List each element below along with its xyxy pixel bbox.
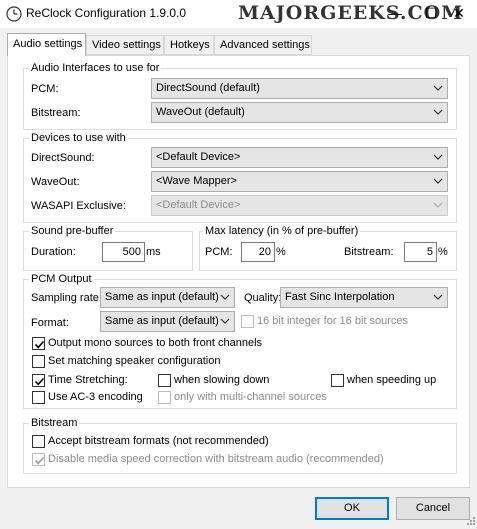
wasapi-device-dropdown: <Default Device> [151,195,448,216]
ok-button[interactable]: OK [315,497,389,520]
resize-grip-icon[interactable] [464,516,476,528]
speaker-config-checkbox[interactable] [32,355,45,368]
duration-unit: ms [146,246,161,258]
pcm-output-group-label: PCM Output [29,273,94,285]
prebuffer-group-label: Sound pre-buffer [29,225,116,237]
pcm-interface-dropdown[interactable]: DirectSound (default) [151,78,448,99]
quality-value: Fast Sinc Interpolation [285,291,395,303]
waveout-device-dropdown[interactable]: <Wave Mapper> [151,171,448,192]
latency-bitstream-unit: % [438,246,448,258]
devices-group-label: Devices to use with [29,132,128,144]
audio-interfaces-group-label: Audio Interfaces to use for [29,62,162,74]
duration-input[interactable]: 500 [102,242,145,262]
format-value: Same as input (default) [105,315,219,327]
pcm-interface-value: DirectSound (default) [156,82,260,94]
chevron-down-icon [433,109,443,115]
slowing-down-checkbox[interactable] [158,374,171,387]
time-stretching-label: Time Stretching: [48,374,128,386]
ac3-encoding-label: Use AC-3 encoding [48,391,143,403]
chevron-down-icon [220,294,230,300]
tab-video-settings[interactable]: Video settings [86,35,164,55]
tab-audio-settings[interactable]: Audio settings [7,33,86,56]
latency-pcm-unit: % [276,246,286,258]
directsound-device-dropdown[interactable]: <Default Device> [151,147,448,168]
directsound-device-value: <Default Device> [156,151,241,163]
latency-bitstream-label: Bitstream: [344,246,394,258]
checkmark-icon [34,340,45,349]
directsound-label: DirectSound: [31,152,95,164]
checkmark-icon [34,456,45,465]
multichannel-label: only with multi-channel sources [174,391,327,403]
speaker-config-label: Set matching speaker configuration [48,355,221,367]
speeding-up-checkbox[interactable] [331,374,344,387]
bitstream-group [23,423,457,474]
latency-pcm-input[interactable]: 20 [241,242,275,262]
format-dropdown[interactable]: Same as input (default) [100,311,235,332]
quality-label: Quality: [244,292,282,304]
max-latency-group-label: Max latency (in % of pre-buffer) [203,225,361,237]
minimize-button[interactable]: — [377,0,413,28]
bit16-checkbox [241,315,254,328]
cancel-button[interactable]: Cancel [396,497,470,520]
bitstream-group-label: Bitstream [29,417,80,429]
tab-advanced-settings[interactable]: Advanced settings [214,35,312,55]
format-label: Format: [31,317,69,329]
bitstream-interface-value: WaveOut (default) [156,106,245,118]
wasapi-device-value: <Default Device> [156,199,241,211]
disable-speed-correction-label: Disable media speed correction with bits… [48,453,384,465]
quality-dropdown[interactable]: Fast Sinc Interpolation [280,287,448,308]
wasapi-label: WASAPI Exclusive: [31,200,126,212]
sampling-rate-dropdown[interactable]: Same as input (default) [100,287,235,308]
bit16-label: 16 bit integer for 16 bit sources [257,315,409,327]
chevron-down-icon [433,178,443,184]
chevron-down-icon [433,154,443,160]
multichannel-checkbox [158,391,171,404]
chevron-down-icon [433,294,443,300]
latency-bitstream-input[interactable]: 5 [404,242,437,262]
speeding-up-label: when speeding up [347,374,437,386]
tab-hotkeys[interactable]: Hotkeys [164,35,214,55]
disable-speed-correction-checkbox [32,453,45,466]
accept-bitstream-label: Accept bitstream formats (not recommende… [48,435,269,447]
title-bar[interactable]: ReClock Configuration 1.9.0.0 MAJORGEEKS… [0,0,477,28]
chevron-down-icon [220,318,230,324]
duration-label: Duration: [31,246,76,258]
sampling-rate-value: Same as input (default) [105,291,219,303]
chevron-down-icon [433,85,443,91]
ac3-encoding-checkbox[interactable] [32,391,45,404]
pcm-interface-label: PCM: [31,83,59,95]
mono-sources-checkbox[interactable] [32,337,45,350]
bitstream-interface-dropdown[interactable]: WaveOut (default) [151,102,448,123]
waveout-label: WaveOut: [31,176,80,188]
mono-sources-label: Output mono sources to both front channe… [48,337,263,349]
waveout-device-value: <Wave Mapper> [156,175,237,187]
checkmark-icon [34,377,45,386]
window-title: ReClock Configuration 1.9.0.0 [26,6,187,20]
reclock-clock-icon [6,6,22,22]
time-stretching-checkbox[interactable] [32,374,45,387]
latency-pcm-label: PCM: [205,246,233,258]
sampling-rate-label: Sampling rate: [31,292,102,304]
close-button[interactable]: ✕ [441,0,477,28]
chevron-down-icon [433,202,443,208]
slowing-down-label: when slowing down [174,374,270,386]
accept-bitstream-checkbox[interactable] [32,435,45,448]
bitstream-interface-label: Bitstream: [31,107,81,119]
